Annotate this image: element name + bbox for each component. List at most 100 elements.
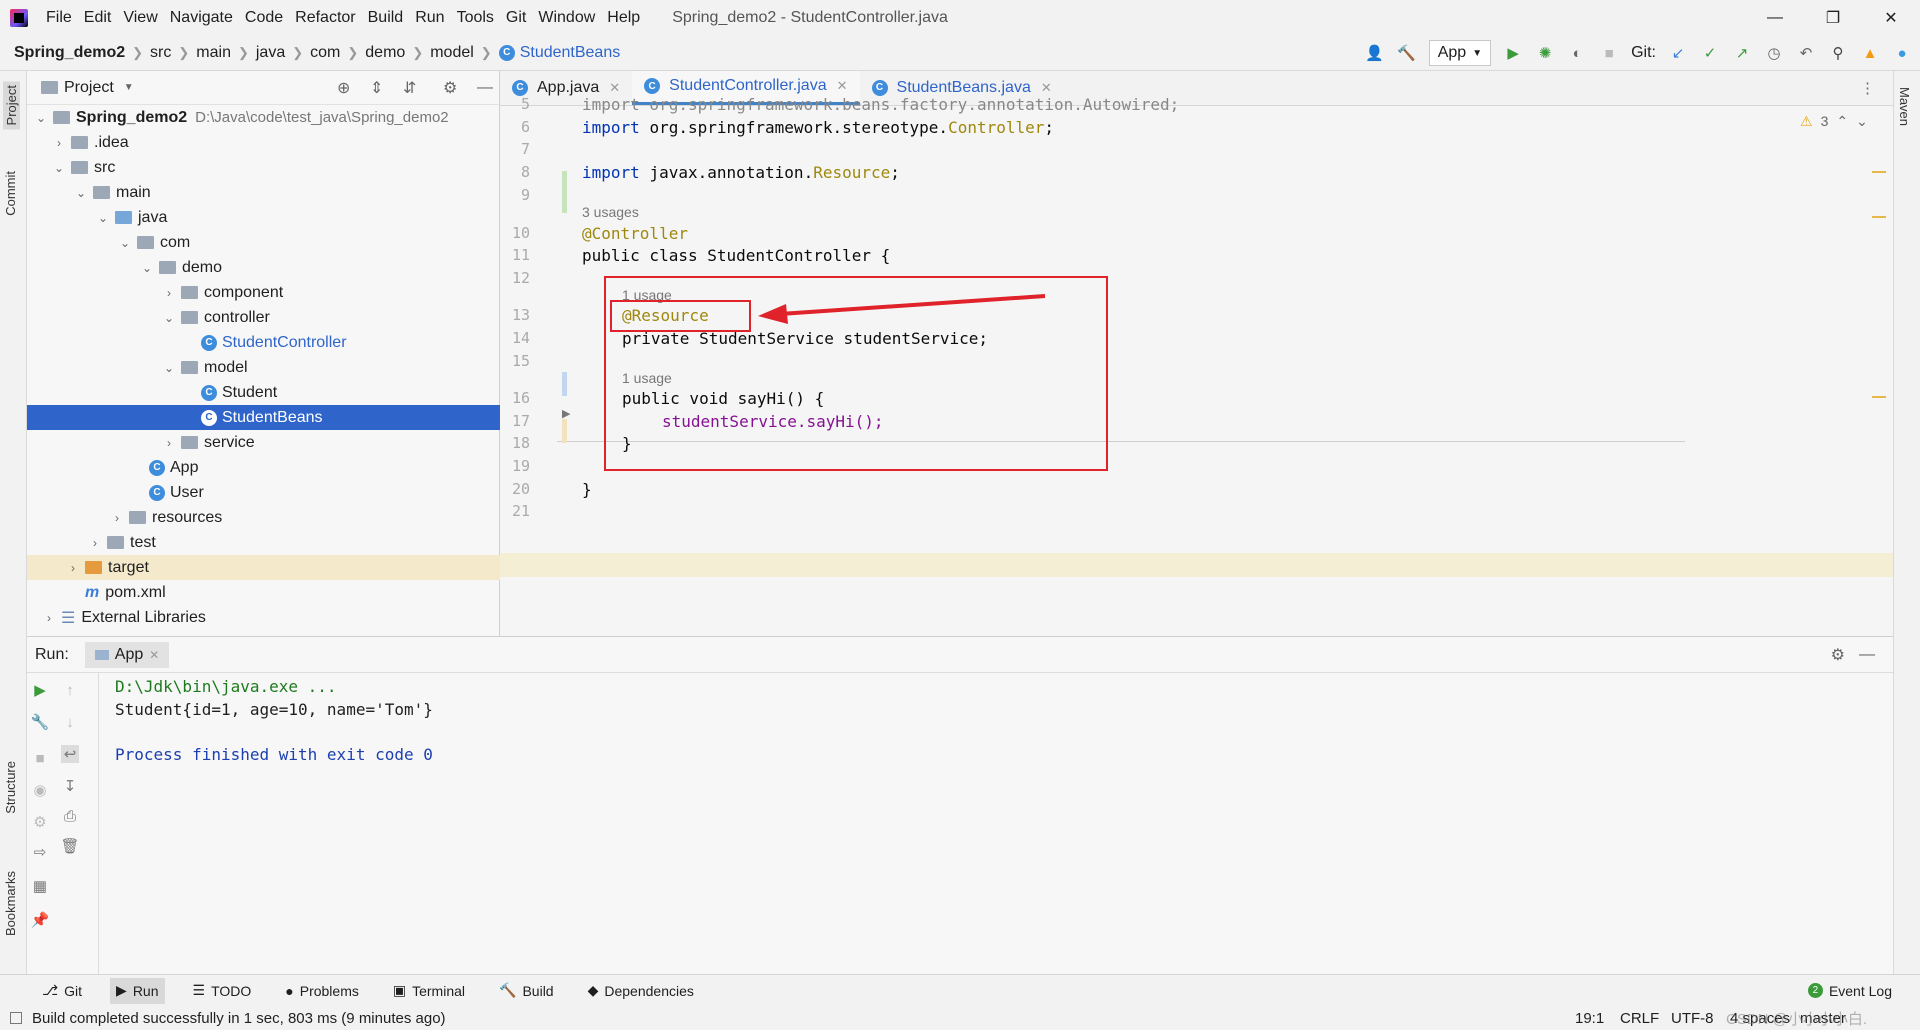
status-toggle-icon[interactable] xyxy=(10,1012,22,1024)
tree-item-main[interactable]: ⌄ main xyxy=(27,180,500,205)
collapse-all-icon[interactable]: ⇵ xyxy=(403,78,416,98)
gear-icon[interactable]: ⚙ xyxy=(443,78,457,98)
menu-refactor[interactable]: Refactor xyxy=(289,0,361,35)
layout-icon[interactable]: ▦ xyxy=(31,877,49,895)
chevron-down-icon[interactable]: ▼ xyxy=(124,82,134,93)
git-update-icon[interactable]: ↙ xyxy=(1668,43,1688,63)
locate-icon[interactable]: ⊕ xyxy=(337,78,350,98)
close-icon[interactable]: ✕ xyxy=(149,648,159,662)
expand-all-icon[interactable]: ⇕ xyxy=(370,78,383,98)
hide-icon[interactable]: — xyxy=(1859,646,1875,664)
tool-tab-terminal[interactable]: ▣ Terminal xyxy=(387,978,471,1004)
tree-item-target[interactable]: › target xyxy=(27,555,500,580)
rerun-icon[interactable]: ▶ xyxy=(31,681,49,699)
tree-item-studentbeans[interactable]: C StudentBeans xyxy=(27,405,500,430)
close-window-button[interactable]: ✕ xyxy=(1862,0,1920,35)
more-tabs-icon[interactable]: ⋮ xyxy=(1860,79,1875,97)
crumb-main[interactable]: main xyxy=(196,44,231,62)
menu-code[interactable]: Code xyxy=(239,0,289,35)
soft-wrap-icon[interactable]: ↩ xyxy=(61,745,79,763)
user-icon[interactable]: 👤 xyxy=(1365,43,1385,63)
status-message[interactable]: Build completed successfully in 1 sec, 8… xyxy=(32,1010,446,1027)
crumb-demo[interactable]: demo xyxy=(365,44,405,62)
tree-item-external-libraries[interactable]: › ☰ External Libraries xyxy=(27,605,500,630)
caret-position[interactable]: 19:1 xyxy=(1575,1010,1604,1027)
restore-button[interactable]: ❐ xyxy=(1804,0,1862,35)
tree-item-com[interactable]: ⌄ com xyxy=(27,230,500,255)
run-config-select[interactable]: App ▼ xyxy=(1428,40,1492,66)
bookmarks-tool-tab[interactable]: Bookmarks xyxy=(3,871,18,936)
close-icon[interactable]: ✕ xyxy=(609,80,620,96)
up-icon[interactable]: ↑ xyxy=(61,681,79,699)
chevron-down-icon[interactable]: ⌄ xyxy=(1856,113,1868,130)
file-encoding[interactable]: UTF-8 xyxy=(1671,1010,1714,1027)
crumb-project[interactable]: Spring_demo2 xyxy=(14,44,125,62)
gear-icon[interactable]: ⚙ xyxy=(1831,645,1845,665)
commit-tool-tab[interactable]: Commit xyxy=(3,171,18,216)
crumb-src[interactable]: src xyxy=(150,44,171,62)
tree-item-student[interactable]: C Student xyxy=(27,380,500,405)
tree-item-pom[interactable]: m pom.xml xyxy=(27,580,500,605)
close-icon[interactable]: ✕ xyxy=(837,78,848,94)
structure-tool-tab[interactable]: Structure xyxy=(3,761,18,814)
menu-window[interactable]: Window xyxy=(532,0,601,35)
stop-icon[interactable]: ■ xyxy=(1599,43,1619,63)
camera-icon[interactable]: ◉ xyxy=(31,781,49,799)
settings-icon[interactable]: ⚙ xyxy=(31,813,49,831)
menu-git[interactable]: Git xyxy=(500,0,532,35)
tool-tab-build[interactable]: 🔨 Build xyxy=(493,978,560,1004)
tree-item-src[interactable]: ⌄ src xyxy=(27,155,500,180)
project-panel-title[interactable]: Project xyxy=(64,79,114,97)
coverage-icon[interactable]: ◐ xyxy=(1567,43,1587,63)
usages-hint[interactable]: 3 usages xyxy=(582,204,639,220)
scroll-to-end-icon[interactable]: ↧ xyxy=(61,777,79,795)
close-icon[interactable]: ✕ xyxy=(1041,80,1052,96)
debug-icon[interactable]: ✺ xyxy=(1535,43,1555,63)
crumb-studentbeans[interactable]: StudentBeans xyxy=(520,44,621,62)
menu-navigate[interactable]: Navigate xyxy=(164,0,239,35)
tree-item-model[interactable]: ⌄ model xyxy=(27,355,500,380)
tree-item-idea[interactable]: › .idea xyxy=(27,130,500,155)
run-tab-app[interactable]: App ✕ xyxy=(84,641,170,668)
git-push-icon[interactable]: ↗ xyxy=(1732,43,1752,63)
trash-icon[interactable]: 🗑 xyxy=(60,837,79,855)
update-icon[interactable]: ▲ xyxy=(1860,43,1880,63)
menu-view[interactable]: View xyxy=(117,0,163,35)
menu-edit[interactable]: Edit xyxy=(78,0,118,35)
tree-item-java[interactable]: ⌄ java xyxy=(27,205,500,230)
minimize-button[interactable]: — xyxy=(1746,0,1804,35)
menu-tools[interactable]: Tools xyxy=(451,0,500,35)
tree-item-test[interactable]: › test xyxy=(27,530,500,555)
jetbrains-icon[interactable]: ● xyxy=(1892,43,1912,63)
menu-help[interactable]: Help xyxy=(601,0,646,35)
line-separator[interactable]: CRLF xyxy=(1620,1010,1659,1027)
wrench-icon[interactable]: 🔧 xyxy=(31,713,50,731)
tree-item-controller[interactable]: ⌄ controller xyxy=(27,305,500,330)
search-icon[interactable]: ⚲ xyxy=(1828,43,1848,63)
tree-item-project-root[interactable]: ⌄ Spring_demo2 D:\Java\code\test_java\Spri… xyxy=(27,105,500,130)
tree-item-component[interactable]: › component xyxy=(27,280,500,305)
tool-tab-todo[interactable]: ☰ TODO xyxy=(187,978,258,1004)
git-commit-icon[interactable]: ✓ xyxy=(1700,43,1720,63)
crumb-com[interactable]: com xyxy=(310,44,340,62)
exit-icon[interactable]: ⇨ xyxy=(31,843,49,861)
menu-build[interactable]: Build xyxy=(362,0,410,35)
run-gutter-icon[interactable]: ▶ xyxy=(562,407,570,420)
inspection-widget[interactable]: ⚠ 3 ⌃ ⌄ xyxy=(1800,113,1868,130)
tree-item-resources[interactable]: › resources xyxy=(27,505,500,530)
tree-item-user[interactable]: C User xyxy=(27,480,500,505)
run-icon[interactable]: ▶ xyxy=(1503,43,1523,63)
rollback-icon[interactable]: ↶ xyxy=(1796,43,1816,63)
stop-icon[interactable]: ■ xyxy=(31,749,49,767)
hide-icon[interactable]: — xyxy=(477,79,493,97)
tool-tab-event-log[interactable]: 2 Event Log xyxy=(1802,978,1898,1004)
history-icon[interactable]: ◷ xyxy=(1764,43,1784,63)
chevron-up-icon[interactable]: ⌃ xyxy=(1836,113,1848,130)
tree-item-studentcontroller[interactable]: C StudentController xyxy=(27,330,500,355)
print-icon[interactable]: ⎙ xyxy=(61,807,79,825)
down-icon[interactable]: ↓ xyxy=(61,713,79,731)
tool-tab-problems[interactable]: ● Problems xyxy=(279,978,365,1004)
tree-item-demo[interactable]: ⌄ demo xyxy=(27,255,500,280)
tree-item-app[interactable]: C App xyxy=(27,455,500,480)
crumb-model[interactable]: model xyxy=(430,44,474,62)
